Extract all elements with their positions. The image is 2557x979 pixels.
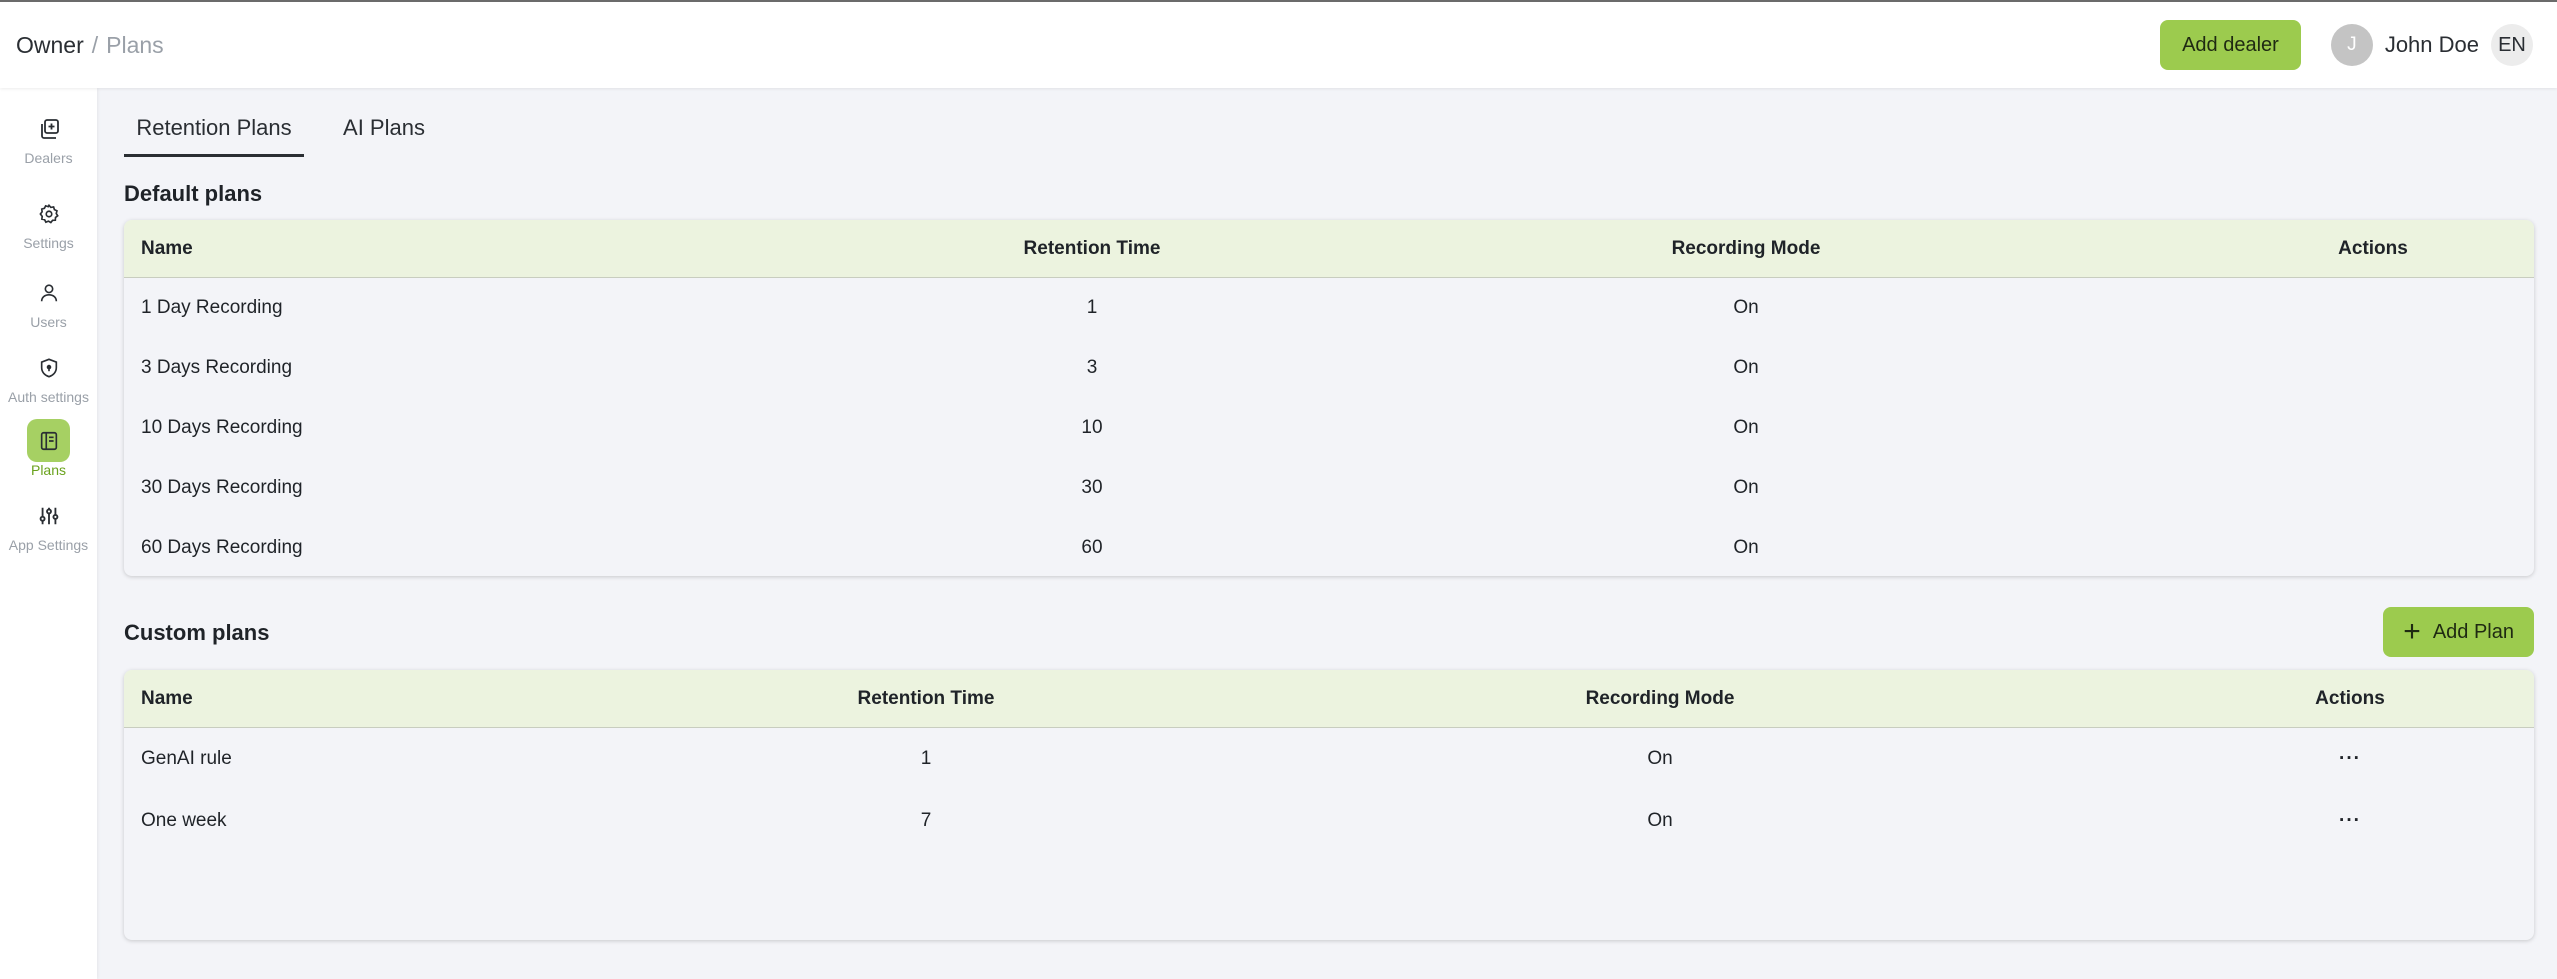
column-header-name: Name	[141, 687, 193, 709]
plus-icon: +	[2403, 615, 2421, 648]
table-row: One week 7 On ···	[124, 790, 2534, 852]
sidebar-item-label: Users	[30, 314, 67, 330]
table-row: 1 Day Recording 1 On	[124, 278, 2534, 338]
column-header-retention: Retention Time	[1023, 237, 1161, 259]
plan-name: One week	[141, 810, 227, 831]
sidebar-item-label: Settings	[23, 235, 74, 251]
plan-retention: 3	[1086, 357, 1098, 378]
column-header-recording-mode: Recording Mode	[1585, 687, 1735, 709]
add-plan-label: Add Plan	[2432, 620, 2514, 643]
column-header-retention: Retention Time	[857, 687, 995, 709]
sidebar: Dealers Settings Users Auth settings Pla…	[0, 88, 97, 979]
plan-recording-mode: On	[1733, 477, 1759, 498]
table-header-row: Name Retention Time Recording Mode Actio…	[124, 670, 2534, 728]
sidebar-item-plans[interactable]: Plans	[0, 419, 97, 489]
dealers-icon	[27, 107, 70, 150]
plan-recording-mode: On	[1733, 297, 1759, 318]
plan-tabs: Retention Plans AI Plans	[124, 115, 624, 159]
add-plan-button[interactable]: + Add Plan	[2383, 607, 2534, 657]
column-header-actions: Actions	[2315, 687, 2385, 709]
column-header-recording-mode: Recording Mode	[1671, 237, 1821, 259]
avatar[interactable]: J	[2330, 24, 2373, 66]
plan-name: GenAI rule	[141, 748, 232, 769]
sidebar-item-label: Dealers	[24, 150, 73, 166]
sliders-icon	[27, 494, 70, 537]
more-actions-icon[interactable]: ···	[2339, 748, 2361, 770]
user-icon	[27, 271, 70, 314]
table-header-row: Name Retention Time Recording Mode Actio…	[124, 220, 2534, 278]
plan-retention: 30	[1081, 477, 1103, 498]
table-row: 10 Days Recording 10 On	[124, 398, 2534, 458]
breadcrumb-owner[interactable]: Owner	[16, 32, 84, 59]
plan-retention: 1	[1086, 297, 1098, 318]
breadcrumb-separator: /	[91, 31, 99, 58]
plan-recording-mode: On	[1733, 417, 1759, 438]
topbar-actions: Add dealer J John Doe EN	[2160, 20, 2533, 70]
table-row: 60 Days Recording 60 On	[124, 518, 2534, 576]
breadcrumb-current: Plans	[106, 31, 164, 58]
plan-name: 10 Days Recording	[141, 417, 303, 438]
plan-recording-mode: On	[1733, 357, 1759, 378]
sidebar-item-auth-settings[interactable]: Auth settings	[0, 346, 97, 416]
plans-icon	[27, 419, 70, 462]
more-actions-icon[interactable]: ···	[2339, 810, 2361, 832]
plan-recording-mode: On	[1647, 810, 1673, 831]
custom-plans-table: Name Retention Time Recording Mode Actio…	[124, 670, 2534, 940]
add-dealer-button[interactable]: Add dealer	[2160, 20, 2301, 70]
plan-retention: 60	[1081, 537, 1103, 558]
plan-name: 60 Days Recording	[141, 537, 303, 558]
table-row: GenAI rule 1 On ···	[124, 728, 2534, 790]
default-plans-title: Default plans	[124, 181, 263, 206]
sidebar-item-label: Plans	[30, 462, 67, 478]
sidebar-item-users[interactable]: Users	[0, 271, 97, 341]
plan-retention: 1	[920, 748, 932, 769]
sidebar-item-settings[interactable]: Settings	[0, 192, 97, 262]
language-switcher[interactable]: EN	[2491, 24, 2533, 66]
actions-cell: ···	[2200, 728, 2500, 790]
sidebar-item-app-settings[interactable]: App Settings	[0, 494, 97, 564]
plan-retention: 10	[1081, 417, 1103, 438]
tab-retention-plans[interactable]: Retention Plans	[124, 115, 304, 157]
shield-icon	[27, 346, 70, 389]
column-header-actions: Actions	[2338, 237, 2408, 259]
actions-cell: ···	[2200, 790, 2500, 852]
default-plans-table: Name Retention Time Recording Mode Actio…	[124, 220, 2534, 576]
plan-recording-mode: On	[1733, 537, 1759, 558]
sidebar-item-label: App Settings	[8, 537, 89, 553]
custom-plans-title: Custom plans	[124, 620, 270, 645]
plan-name: 30 Days Recording	[141, 477, 303, 498]
plan-recording-mode: On	[1647, 748, 1673, 769]
table-row: 30 Days Recording 30 On	[124, 458, 2534, 518]
table-row: 3 Days Recording 3 On	[124, 338, 2534, 398]
plan-retention: 7	[920, 810, 932, 831]
gear-icon	[27, 192, 70, 235]
breadcrumb: Owner / Plans	[16, 32, 164, 59]
sidebar-item-dealers[interactable]: Dealers	[0, 107, 97, 177]
user-name[interactable]: John Doe	[2385, 32, 2479, 58]
plan-name: 1 Day Recording	[141, 297, 283, 318]
top-bar: Owner / Plans Add dealer J John Doe EN	[0, 0, 2557, 88]
plan-name: 3 Days Recording	[141, 357, 293, 378]
sidebar-item-label: Auth settings	[8, 389, 89, 405]
column-header-name: Name	[141, 237, 193, 259]
tab-ai-plans[interactable]: AI Plans	[324, 115, 444, 157]
